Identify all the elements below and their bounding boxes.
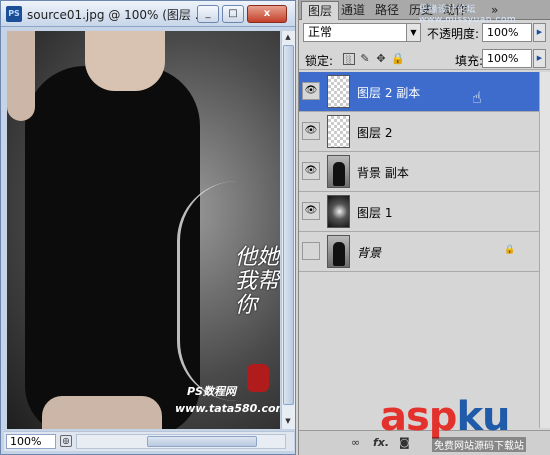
document-title: source01.jpg @ 100% (图层 ... (27, 8, 207, 22)
layer-name: 背景 副本 (357, 166, 409, 180)
layer-thumbnail (327, 115, 350, 148)
opacity-slider-arrow-icon[interactable]: ▶ (533, 23, 546, 42)
panel-tab-bar: 图层 通道 路径 历史 动作 » 思缘设计论坛 www.missyuan.com (299, 0, 550, 25)
visibility-eye-icon[interactable]: 👁 (302, 202, 320, 220)
layer-name: 图层 1 (357, 206, 393, 220)
figure-arm (7, 31, 35, 121)
navigator-icon[interactable]: ◎ (60, 435, 72, 447)
logo-red-part: asp (380, 394, 457, 440)
layers-list: 👁 图层 2 副本 ☝ 👁 图层 2 👁 背景 副本 👁 图层 1 背景 🔒 (299, 72, 539, 428)
layer-row-layer2[interactable]: 👁 图层 2 (299, 112, 539, 152)
zoom-level-field[interactable]: 100% (6, 434, 56, 449)
hand-cursor-icon: ☝ (472, 88, 482, 107)
layer-thumbnail (327, 75, 350, 108)
maximize-button[interactable]: □ (222, 5, 244, 23)
tab-paths[interactable]: 路径 (369, 1, 405, 20)
status-bar: 100% ◎ (4, 431, 294, 451)
minimize-button[interactable]: _ (197, 5, 219, 23)
fill-slider-arrow-icon[interactable]: ▶ (533, 49, 546, 68)
blend-mode-value: 正常 (308, 25, 333, 39)
layer-row-layer2-copy[interactable]: 👁 图层 2 副本 ☝ (299, 72, 539, 112)
fill-label: 填充: (455, 54, 484, 68)
opacity-input[interactable]: 100% (482, 23, 532, 42)
layer-name: 图层 2 (357, 126, 393, 140)
lock-label: 锁定: (305, 54, 334, 68)
close-button[interactable]: x (247, 5, 287, 23)
logo-subtitle: 免费网站源码下载站 (432, 437, 526, 452)
bodysuit-figure (25, 66, 200, 429)
layer-row-layer1[interactable]: 👁 图层 1 (299, 192, 539, 232)
image-canvas[interactable]: 他她我帮你 PS数程网 www.tata580.com (7, 31, 280, 429)
canvas-watermark-site-name: PS数程网 (187, 385, 236, 398)
layer-thumbnail (327, 235, 350, 268)
calligraphy-text: 他她我帮你 (235, 245, 280, 318)
canvas-watermark-url: www.tata580.com (175, 402, 280, 415)
horizontal-scrollbar[interactable] (76, 434, 286, 449)
link-layers-icon[interactable]: ∞ (351, 436, 360, 449)
visibility-toggle-empty[interactable] (302, 242, 320, 260)
visibility-eye-icon[interactable]: 👁 (302, 122, 320, 140)
document-titlebar[interactable]: PS source01.jpg @ 100% (图层 ... _ □ x (1, 1, 295, 27)
horizontal-scroll-thumb[interactable] (147, 436, 257, 447)
aspku-logo: aspku (380, 394, 511, 440)
layer-thumbnail (327, 155, 350, 188)
panel-scrollbar[interactable] (539, 72, 550, 428)
figure-legs (42, 396, 162, 429)
logo-blue-part: ku (456, 394, 510, 440)
fill-input[interactable]: 100% (482, 49, 532, 68)
tab-layers[interactable]: 图层 (301, 1, 340, 20)
document-window: PS source01.jpg @ 100% (图层 ... _ □ x 他她我… (0, 0, 296, 455)
lock-all-icon[interactable]: 🔒 (391, 53, 405, 65)
vertical-scroll-thumb[interactable] (283, 45, 294, 405)
figure-chest (85, 31, 165, 91)
blend-mode-select[interactable]: 正常 ▼ (303, 23, 421, 42)
forum-watermark: 思缘设计论坛 www.missyuan.com (419, 5, 517, 25)
layer-name: 图层 2 副本 (357, 86, 421, 100)
chevron-down-icon[interactable]: ▼ (406, 24, 420, 41)
layer-name: 背景 (357, 246, 382, 260)
visibility-eye-icon[interactable]: 👁 (302, 162, 320, 180)
layer-row-background[interactable]: 背景 🔒 (299, 232, 539, 272)
lock-transparent-pixels-icon[interactable]: ░ (343, 53, 355, 65)
scroll-up-arrow-icon[interactable]: ▲ (282, 31, 294, 43)
lock-image-pixels-icon[interactable]: ✎ (359, 53, 371, 65)
vertical-scrollbar[interactable]: ▲ ▼ (281, 31, 295, 429)
red-seal-stamp (247, 364, 269, 392)
layer-row-background-copy[interactable]: 👁 背景 副本 (299, 152, 539, 192)
layer-lock-icon: 🔒 (504, 245, 516, 255)
opacity-label: 不透明度: (427, 27, 480, 41)
lock-position-icon[interactable]: ✥ (375, 53, 387, 65)
tab-channels[interactable]: 通道 (335, 1, 371, 20)
visibility-eye-icon[interactable]: 👁 (302, 82, 320, 100)
layers-panel: 图层 通道 路径 历史 动作 » 思缘设计论坛 www.missyuan.com… (298, 0, 550, 455)
layer-thumbnail (327, 195, 350, 228)
scroll-down-arrow-icon[interactable]: ▼ (282, 415, 294, 427)
photoshop-app-icon: PS (6, 6, 22, 22)
